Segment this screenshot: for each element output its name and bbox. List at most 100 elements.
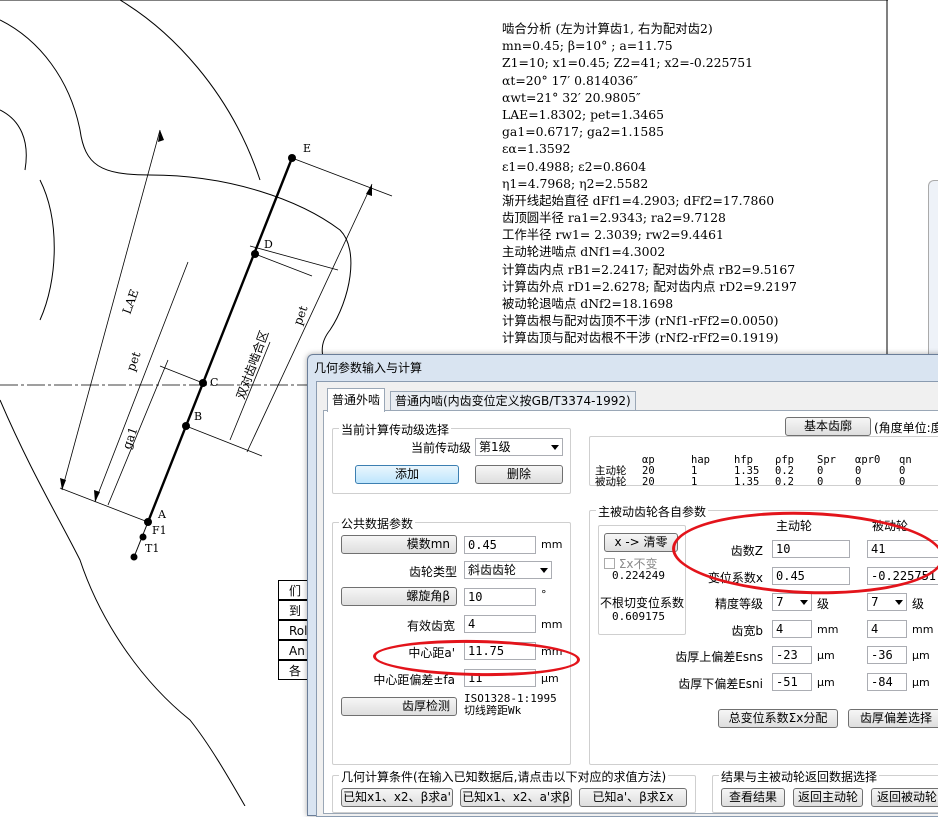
upper-dev-driven-input[interactable]: -36 [867,646,907,664]
stage-group: 当前计算传动级选择 当前传动级 第1级 添加 删除 [332,421,571,494]
gear-type-select[interactable]: 斜齿齿轮 [464,561,552,579]
module-button[interactable]: 模数mn [341,535,457,554]
angle-unit-note: (角度单位:度 [874,421,938,435]
dev-unit: μm [912,649,930,662]
analysis-line: αwt=21° 32′ 20.9805″ [502,89,641,105]
shift-allocation-button[interactable]: 总变位系数Σx分配 [718,709,838,728]
cad-table-cell: 们 [278,580,308,600]
width-driving-input[interactable]: 4 [772,620,812,638]
mesh-analysis-text: 啮合分析 (左为计算齿1, 右为配对齿2) mn=0.45; β=10° ; a… [502,20,888,347]
grade-driving-select[interactable]: 7 [772,593,812,611]
analysis-line: 被动轮退啮点 dNf2=18.1698 [502,296,674,311]
checkbox-box [604,558,615,569]
analysis-line: η1=4.7968; η2=2.5582 [502,175,649,191]
geometry-parameter-dialog: 几何参数输入与计算 普通外啮 普通内啮(内齿变位定义按GB/T3374-1992… [307,354,938,817]
analysis-line: εα=1.3592 [502,141,571,157]
point-label-f1: F1 [152,524,167,537]
sum-x-value: 0.224249 [612,569,665,582]
calc-group-title: 几何计算条件(在输入已知数据后,请点击以下对应的求值方法) [339,768,669,785]
profile-cell: 0.2 [775,476,794,488]
helix-angle-button[interactable]: 螺旋角β [341,587,457,606]
cad-table-cell: An [278,640,308,660]
clear-shift-button[interactable]: x -> 清零 [604,533,678,552]
return-driven-button[interactable]: 返回被动轮 [871,788,938,807]
analysis-line: 计算齿内点 rB1=2.2417; 配对齿外点 rB2=9.5167 [502,261,796,277]
result-group-title: 结果与主被动轮返回数据选择 [719,768,880,785]
shift-coefficient-label: 变位系数x [707,571,763,585]
shift-driven-input[interactable]: -0.225751 [867,567,938,585]
cad-table-cell: 各 [278,660,308,680]
dialog-title[interactable]: 几何参数输入与计算 [308,355,938,381]
dim-label-double-contact: 双对齿啮合区 [233,328,272,401]
stage-label: 当前传动级 [410,441,471,455]
dev-unit: μm [912,676,930,689]
analysis-line: 齿顶圆半径 ra1=2.9343; ra2=9.7128 [502,210,726,226]
add-stage-button[interactable]: 添加 [355,465,459,484]
dialog-client: 普通外啮 普通内啮(内齿变位定义按GB/T3374-1992) 当前计算传动级选… [316,381,938,817]
common-group-title: 公共数据参数 [339,515,416,532]
point-label-e: E [303,142,311,155]
center-tolerance-unit: μm [541,672,559,685]
dim-label-lae: LAE [120,287,142,316]
center-tolerance-label: 中心距偏差±fa [373,673,455,687]
tab-page-external: 当前计算传动级选择 当前传动级 第1级 添加 删除 基本齿廓 (角度单位:度 α… [323,410,938,814]
analysis-line: Z1=10; x1=0.45; Z2=41; x2=-0.225751 [502,55,754,71]
dev-unit: μm [817,676,835,689]
center-distance-input[interactable]: 11.75 [464,642,536,660]
analysis-line: 计算齿外点 rD1=2.6278; 配对齿内点 rD2=9.2197 [502,278,797,294]
tab-external-mesh[interactable]: 普通外啮 [327,388,386,412]
analysis-line: LAE=1.8302; pet=1.3465 [502,106,665,122]
profile-cell: 1.35 [734,476,760,488]
analysis-line: αt=20° 17′ 0.814036″ [502,72,638,88]
solve-sum-shift-button[interactable]: 已知a'、β求Σx [579,788,687,807]
stage-group-title: 当前计算传动级选择 [339,421,452,438]
width-unit: mm [817,623,839,636]
return-driving-button[interactable]: 返回主动轮 [793,788,863,807]
analysis-line: mn=0.45; β=10° ; a=11.75 [502,38,673,54]
dim-label-pet-right: pet [291,304,311,327]
teeth-driven-input[interactable]: 41 [867,540,938,558]
thickness-check-button[interactable]: 齿厚检测 [341,697,457,716]
cad-table-cell: Rol [278,620,308,640]
stage-select[interactable]: 第1级 [475,438,563,456]
width-driven-input[interactable]: 4 [867,620,907,638]
grade-driven-select[interactable]: 7 [867,593,907,611]
gear-group-title: 主被动齿轮各自参数 [596,503,709,520]
dev-unit: μm [817,649,835,662]
result-group: 结果与主被动轮返回数据选择 查看结果 返回主动轮 返回被动轮 [712,768,938,813]
module-input[interactable]: 0.45 [464,536,536,554]
view-result-button[interactable]: 查看结果 [721,788,785,807]
analysis-line: 工作半径 rw1= 2.3039; rw2=9.4461 [502,227,724,243]
common-data-group: 公共数据参数 模数mn 0.45 mm 齿轮类型 斜齿齿轮 螺旋角β 10 ° … [332,515,571,765]
profile-row-name: 被动轮 [595,476,627,488]
solve-center-distance-button[interactable]: 已知x1、x2、β求a' [341,788,453,807]
lower-dev-driving-input[interactable]: -51 [772,673,812,691]
delete-stage-button[interactable]: 删除 [475,465,563,484]
tab-internal-mesh[interactable]: 普通内啮(内齿变位定义按GB/T3374-1992) [390,391,636,411]
analysis-line: 主动轮进啮点 dNf1=4.3002 [502,244,666,260]
standard-line-2: 切线跨距Wk [464,704,522,717]
helix-angle-input[interactable]: 10 [464,588,536,606]
center-tolerance-input[interactable]: 11 [464,669,536,687]
chevron-down-icon [540,568,548,573]
gear-type-label: 齿轮类型 [408,565,457,579]
face-width-unit: mm [541,618,563,631]
stage-select-value: 第1级 [479,440,511,454]
accuracy-grade-label: 精度等级 [714,597,763,611]
thickness-deviation-button[interactable]: 齿厚偏差选择 [848,709,938,728]
lower-dev-driven-input[interactable]: -84 [867,673,907,691]
driven-gear-header: 被动轮 [872,519,909,533]
no-undercut-label: 不根切变位系数 [600,596,685,610]
point-label-a: A [157,508,167,521]
solve-helix-angle-button[interactable]: 已知x1、x2、a'求β [460,788,572,807]
teeth-driving-input[interactable]: 10 [772,540,850,558]
shift-driving-input[interactable]: 0.45 [772,567,850,585]
face-width-label: 有效齿宽 [406,619,455,633]
center-distance-unit: mm [541,645,563,658]
analysis-line: 渐开线起始直径 dFf1=4.2903; dFf2=17.7860 [502,192,775,208]
face-width-input[interactable]: 4 [464,615,536,633]
profile-cell: 0 [817,476,824,488]
analysis-line: ε1=0.4988; ε2=0.8604 [502,158,647,174]
upper-dev-driving-input[interactable]: -23 [772,646,812,664]
basic-profile-button[interactable]: 基本齿廓 [785,417,871,436]
